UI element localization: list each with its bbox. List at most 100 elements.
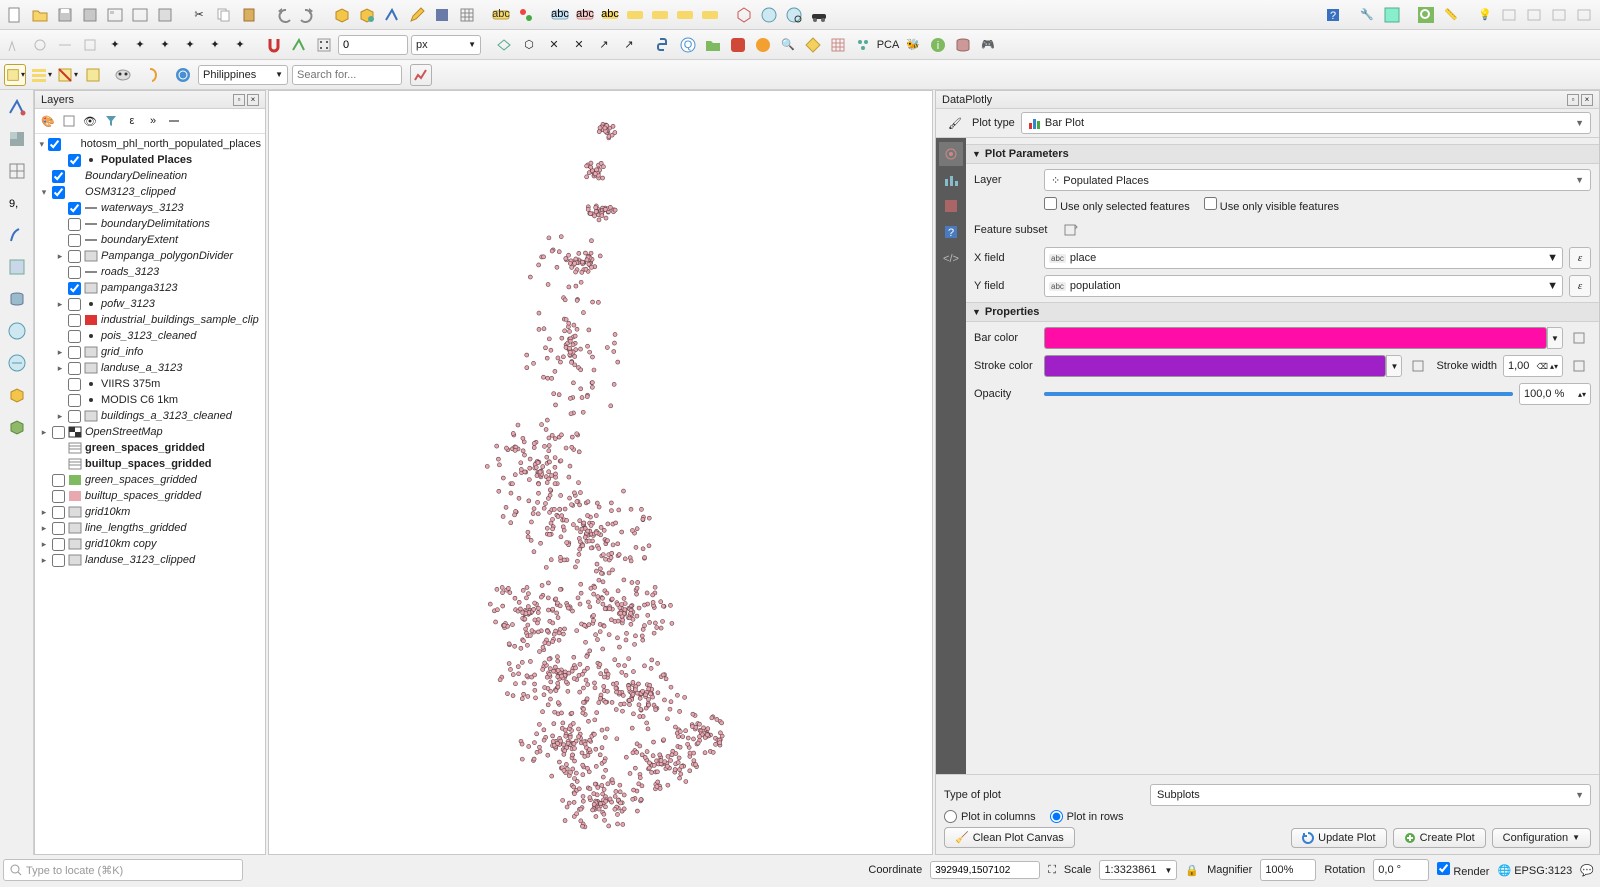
lock-icon[interactable]: 🔒 — [1185, 864, 1199, 877]
layer-row[interactable]: ▸Pampanga_polygonDivider — [35, 248, 265, 264]
dig9-icon[interactable]: ✦ — [204, 34, 226, 56]
extents-icon[interactable]: ⛶ — [1048, 864, 1056, 877]
plugin1-icon[interactable]: 🔧 — [1356, 4, 1378, 26]
layer-row[interactable]: ▸grid10km — [35, 504, 265, 520]
layers-close-icon[interactable]: × — [247, 94, 259, 106]
properties-header[interactable]: ▼Properties — [966, 302, 1599, 322]
subset-expr-button[interactable] — [1060, 219, 1082, 241]
create-plot-button[interactable]: Create Plot — [1393, 828, 1486, 848]
layer-row[interactable]: MODIS C6 1km — [35, 392, 265, 408]
snap-icon[interactable] — [263, 34, 285, 56]
dp-tab-help[interactable]: ? — [939, 220, 963, 244]
layer-row[interactable]: ▸buildings_a_3123_cleaned — [35, 408, 265, 424]
lt-style-icon[interactable]: 🎨 — [39, 112, 57, 130]
diamond-icon[interactable] — [802, 34, 824, 56]
layer-row[interactable]: Populated Places — [35, 152, 265, 168]
snap-unit-select[interactable]: px▼ — [411, 35, 481, 55]
label-change-icon[interactable] — [674, 4, 696, 26]
save-icon[interactable] — [54, 4, 76, 26]
dd1-icon[interactable] — [1499, 4, 1521, 26]
lt-expand-icon[interactable]: » — [144, 112, 162, 130]
locator-country-select[interactable]: Philippines▼ — [198, 65, 288, 85]
v-pg-icon[interactable] — [4, 286, 30, 312]
dig10-icon[interactable]: ✦ — [229, 34, 251, 56]
package2-icon[interactable] — [356, 4, 378, 26]
raster-icon[interactable] — [431, 4, 453, 26]
topo2-icon[interactable]: ⬡ — [518, 34, 540, 56]
stroke-color-button[interactable] — [1044, 355, 1386, 377]
label-prop-icon[interactable] — [699, 4, 721, 26]
locator-search-input[interactable] — [292, 65, 402, 85]
bar-color-override[interactable] — [1569, 327, 1591, 349]
layer-row[interactable]: ▸grid_info — [35, 344, 265, 360]
plot-params-header[interactable]: ▼Plot Parameters — [966, 144, 1599, 164]
dp-brush-icon[interactable]: 🖌 — [944, 112, 966, 134]
binoculars-icon[interactable]: 🔍 — [777, 34, 799, 56]
layer-row[interactable]: ▸landuse_a_3123 — [35, 360, 265, 376]
layer-row[interactable]: ▸pofw_3123 — [35, 296, 265, 312]
deselect-icon[interactable]: ▾ — [56, 64, 78, 86]
lt-filter-icon[interactable] — [102, 112, 120, 130]
v-wfs-icon[interactable] — [4, 350, 30, 376]
plugin2-icon[interactable] — [1381, 4, 1403, 26]
lt-eye-icon[interactable]: 👁 — [81, 112, 99, 130]
red-btn-icon[interactable] — [727, 34, 749, 56]
layers-undock-icon[interactable]: ▫ — [233, 94, 245, 106]
dig-icon[interactable] — [4, 34, 26, 56]
label-unpin-icon[interactable]: abc — [574, 4, 596, 26]
ear-icon[interactable] — [142, 64, 164, 86]
folder-icon[interactable] — [702, 34, 724, 56]
bar-color-dropdown[interactable]: ▼ — [1547, 327, 1563, 349]
configuration-button[interactable]: Configuration ▼ — [1492, 828, 1591, 848]
layer-tree[interactable]: ▾hotosm_phl_north_populated_placesPopula… — [35, 134, 265, 854]
layout-manager-icon[interactable] — [129, 4, 151, 26]
opacity-input[interactable]: 100,0 %▴▾ — [1519, 383, 1591, 405]
dig5-icon[interactable]: ✦ — [104, 34, 126, 56]
label-layer-icon[interactable] — [515, 4, 537, 26]
label-pin-icon[interactable]: abc — [549, 4, 571, 26]
plot-columns-radio[interactable]: Plot in columns — [944, 810, 1036, 823]
dig8-icon[interactable]: ✦ — [179, 34, 201, 56]
layer-select[interactable]: ⁘ Populated Places▼ — [1044, 169, 1591, 191]
dig6-icon[interactable]: ✦ — [129, 34, 151, 56]
layer-row[interactable]: boundaryDelimitations — [35, 216, 265, 232]
layer-row[interactable]: industrial_buildings_sample_clip — [35, 312, 265, 328]
plot-rows-radio[interactable]: Plot in rows — [1050, 810, 1124, 823]
bar-color-button[interactable] — [1044, 327, 1547, 349]
topo4-icon[interactable]: ✕ — [568, 34, 590, 56]
info-green-icon[interactable]: i — [927, 34, 949, 56]
v-pen-icon[interactable] — [4, 222, 30, 248]
layer-row[interactable]: ▸OpenStreetMap — [35, 424, 265, 440]
layer-row[interactable]: roads_3123 — [35, 264, 265, 280]
crs-button[interactable]: 🌐 EPSG:3123 — [1497, 864, 1572, 877]
v-pkg2-icon[interactable] — [4, 414, 30, 440]
cut-icon[interactable]: ✂ — [188, 4, 210, 26]
v-delimited-icon[interactable]: 9, — [4, 190, 30, 216]
messages-icon[interactable]: 💬 — [1580, 864, 1594, 877]
v-raster-icon[interactable] — [4, 126, 30, 152]
label-abc-icon[interactable]: abc — [490, 4, 512, 26]
y-field-select[interactable]: abcpopulation▼ — [1044, 275, 1563, 297]
opacity-slider[interactable] — [1044, 392, 1513, 396]
stroke-color-override[interactable] — [1408, 355, 1430, 377]
stroke-width-input[interactable]: 1,00⌫▴▾ — [1503, 355, 1563, 377]
coord-input[interactable] — [930, 861, 1040, 879]
car-icon[interactable] — [808, 4, 830, 26]
locator-globe-icon[interactable] — [172, 64, 194, 86]
style-manager-icon[interactable] — [154, 4, 176, 26]
dp-tab-code[interactable]: </> — [939, 246, 963, 270]
redo-icon[interactable] — [297, 4, 319, 26]
paste-icon[interactable] — [238, 4, 260, 26]
layer-row[interactable]: builtup_spaces_gridded — [35, 488, 265, 504]
layer-row[interactable]: pois_3123_cleaned — [35, 328, 265, 344]
save-as-icon[interactable] — [79, 4, 101, 26]
topo5-icon[interactable]: ↗ — [593, 34, 615, 56]
pca-icon[interactable]: PCA — [877, 34, 899, 56]
scale-select[interactable]: 1:3323861▼ — [1099, 860, 1177, 880]
dp-tab-plot[interactable] — [939, 168, 963, 192]
layer-row[interactable]: ▸landuse_3123_clipped — [35, 552, 265, 568]
python-icon[interactable] — [652, 34, 674, 56]
mesh-icon[interactable] — [456, 4, 478, 26]
layer-row[interactable]: BoundaryDelineation — [35, 168, 265, 184]
lt-remove-icon[interactable] — [165, 112, 183, 130]
